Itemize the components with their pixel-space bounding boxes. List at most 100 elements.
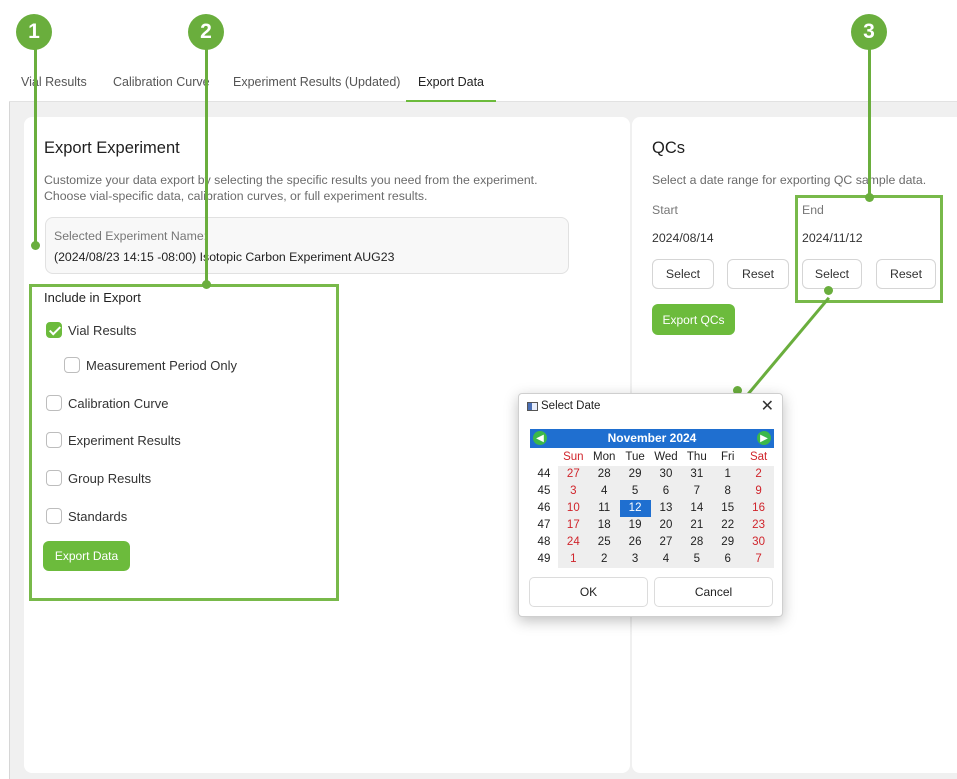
weekday-wed: Wed [650, 449, 682, 466]
calendar-day[interactable]: 2 [743, 466, 775, 483]
calendar-day[interactable]: 4 [650, 551, 682, 568]
calendar-day[interactable]: 7 [681, 483, 713, 500]
selected-experiment-box [45, 217, 569, 274]
start-select-button[interactable]: Select [652, 259, 714, 289]
week-number-header [530, 449, 558, 466]
calendar-day[interactable]: 24 [557, 534, 589, 551]
calendar-day[interactable]: 2 [588, 551, 620, 568]
callout-3-leader [868, 47, 871, 197]
selected-experiment-value: (2024/08/23 14:15 -08:00) Isotopic Carbo… [54, 250, 395, 264]
week-number: 44 [530, 466, 558, 483]
calendar-day[interactable]: 9 [743, 483, 775, 500]
callout-1: 1 [16, 14, 52, 50]
tab-vial-results[interactable]: Vial Results [21, 66, 87, 102]
weekday-header-row: Sun Mon Tue Wed Thu Fri Sat [530, 449, 775, 466]
weekday-mon: Mon [588, 449, 620, 466]
select-anchor-dot [824, 286, 833, 295]
calendar-day[interactable]: 26 [619, 534, 651, 551]
calendar-day[interactable]: 10 [557, 500, 589, 517]
callout-2: 2 [188, 14, 224, 50]
calendar-day[interactable]: 22 [712, 517, 744, 534]
cancel-button[interactable]: Cancel [654, 577, 773, 607]
calendar-day[interactable]: 3 [557, 483, 589, 500]
start-reset-button[interactable]: Reset [727, 259, 789, 289]
export-experiment-title: Export Experiment [44, 139, 180, 157]
calendar-day[interactable]: 13 [650, 500, 682, 517]
ok-button[interactable]: OK [529, 577, 648, 607]
calendar-day[interactable]: 21 [681, 517, 713, 534]
callout-3: 3 [851, 14, 887, 50]
calendar-day[interactable]: 8 [712, 483, 744, 500]
tab-export-data[interactable]: Export Data [406, 66, 496, 102]
calendar-week-row: 49 1 2 3 4 5 6 7 [530, 551, 775, 568]
calendar-day[interactable]: 6 [712, 551, 744, 568]
prev-month-icon[interactable]: ◀ [533, 431, 547, 445]
export-qcs-button[interactable]: Export QCs [652, 304, 735, 335]
tab-bar: Vial Results Calibration Curve Experimen… [9, 66, 957, 102]
calendar-week-row: 47 17 18 19 20 21 22 23 [530, 517, 775, 534]
close-icon[interactable]: ✕ [761, 396, 774, 416]
calendar-day[interactable]: 27 [557, 466, 589, 483]
calendar-day[interactable]: 14 [681, 500, 713, 517]
calendar-day[interactable]: 30 [650, 466, 682, 483]
weekday-sat: Sat [743, 449, 775, 466]
calendar-day[interactable]: 15 [712, 500, 744, 517]
calendar-day[interactable]: 6 [650, 483, 682, 500]
qcs-title: QCs [652, 139, 685, 157]
week-number: 49 [530, 551, 558, 568]
week-number: 45 [530, 483, 558, 500]
callout-2-anchor [202, 280, 211, 289]
calendar-header: November 2024 ◀ ▶ [530, 429, 774, 448]
weekday-fri: Fri [712, 449, 744, 466]
qcs-description: Select a date range for exporting QC sam… [652, 173, 927, 187]
weekday-sun: Sun [557, 449, 589, 466]
calendar-day[interactable]: 3 [619, 551, 651, 568]
calendar-weeks: 44 27 28 29 30 31 1 2 45 3 4 5 6 7 8 9 46 10 11 12 13 14 15 16 4… [530, 466, 775, 568]
week-number: 47 [530, 517, 558, 534]
select-date-dialog: Select Date ✕ November 2024 ◀ ▶ Sun Mon … [518, 393, 783, 617]
highlight-include-in-export [29, 284, 339, 601]
calendar-day[interactable]: 28 [681, 534, 713, 551]
calendar-day[interactable]: 18 [588, 517, 620, 534]
calendar-week-row: 48 24 25 26 27 28 29 30 [530, 534, 775, 551]
calendar-day[interactable]: 25 [588, 534, 620, 551]
qcs-start-value: 2024/08/14 [652, 231, 714, 245]
calendar-week-row: 45 3 4 5 6 7 8 9 [530, 483, 775, 500]
calendar-day[interactable]: 11 [588, 500, 620, 517]
calendar-grid: Sun Mon Tue Wed Thu Fri Sat 44 27 28 29 30 31… [530, 449, 775, 568]
export-description-line-2: Choose vial-specific data, calibration c… [44, 189, 428, 203]
calendar-day[interactable]: 1 [557, 551, 589, 568]
calendar-day[interactable]: 17 [557, 517, 589, 534]
calendar-day[interactable]: 23 [743, 517, 775, 534]
calendar-week-row: 44 27 28 29 30 31 1 2 [530, 466, 775, 483]
week-number: 48 [530, 534, 558, 551]
week-number: 46 [530, 500, 558, 517]
calendar-day[interactable]: 7 [743, 551, 775, 568]
callout-3-anchor [865, 193, 874, 202]
calendar-day[interactable]: 27 [650, 534, 682, 551]
calendar-day[interactable]: 31 [681, 466, 713, 483]
calendar-day[interactable]: 12 [619, 500, 651, 517]
calendar-day[interactable]: 30 [743, 534, 775, 551]
calendar-day[interactable]: 16 [743, 500, 775, 517]
calendar-day[interactable]: 29 [712, 534, 744, 551]
weekday-thu: Thu [681, 449, 713, 466]
calendar-day[interactable]: 29 [619, 466, 651, 483]
qcs-start-label: Start [652, 203, 678, 217]
selected-experiment-label: Selected Experiment Name: [54, 229, 208, 243]
next-month-icon[interactable]: ▶ [757, 431, 771, 445]
callout-1-anchor [31, 241, 40, 250]
calendar-day[interactable]: 5 [619, 483, 651, 500]
calendar-day[interactable]: 19 [619, 517, 651, 534]
callout-2-leader [205, 47, 208, 285]
calendar-day[interactable]: 1 [712, 466, 744, 483]
calendar-day[interactable]: 28 [588, 466, 620, 483]
calendar-day[interactable]: 5 [681, 551, 713, 568]
tab-experiment-results[interactable]: Experiment Results (Updated) [233, 66, 400, 102]
tab-calibration-curve[interactable]: Calibration Curve [113, 66, 210, 102]
calendar-day[interactable]: 4 [588, 483, 620, 500]
window-icon [527, 402, 538, 411]
calendar-day[interactable]: 20 [650, 517, 682, 534]
month-year-label[interactable]: November 2024 [530, 431, 774, 445]
highlight-end-date [795, 195, 943, 303]
